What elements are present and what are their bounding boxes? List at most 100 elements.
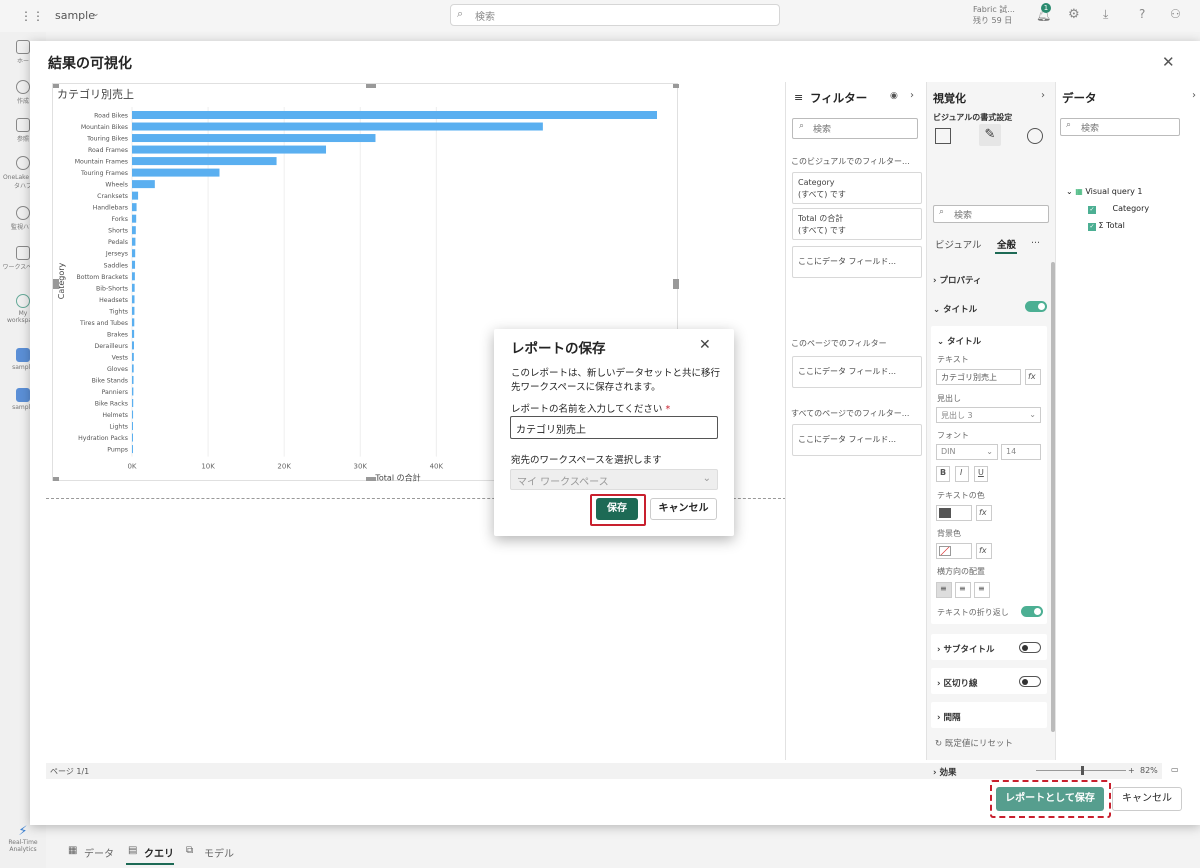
workspace-select[interactable]: マイ ワークスペース ⌄ [510,469,718,490]
title-toggle[interactable] [1025,301,1047,312]
align-label: 横方向の配置 [937,567,985,576]
analytics-icon[interactable] [1027,128,1043,144]
subtitle-section[interactable]: › サブタイトル [931,634,1047,660]
category-label: Pedals [108,239,128,246]
spacing-section[interactable]: › 間隔 [931,702,1047,728]
download-icon[interactable]: ⤓ [1103,7,1108,22]
zoom-plus-icon[interactable]: + [1128,766,1135,775]
title-sub-section[interactable]: ⌄ タイトル [937,334,981,347]
divider-toggle[interactable] [1019,676,1041,687]
modal-title: 結果の可視化 [48,56,132,72]
field-total[interactable]: ✓ Σ Total [1088,221,1125,231]
data-search-input[interactable]: ⌕ 検索 [1060,118,1180,136]
zoom-slider-thumb[interactable] [1081,766,1084,775]
divider-section[interactable]: › 区切り線 [931,668,1047,694]
title-section[interactable]: ⌄ タイトル [933,302,977,315]
text-color-picker[interactable] [936,505,972,521]
workspace-label: 宛先のワークスペースを選択します [511,455,662,466]
folder-icon [16,118,30,132]
fx-icon[interactable]: fx [1025,369,1041,385]
sigma-icon: Σ [1098,221,1107,230]
field-category[interactable]: ✓ Category [1088,204,1149,214]
eye-icon[interactable]: ◉ [890,91,898,101]
category-label: Lights [109,424,128,431]
gear-icon[interactable]: ⚙ [1068,7,1080,22]
dialog-save-button[interactable]: 保存 [596,498,638,520]
subtitle-toggle[interactable] [1019,642,1041,653]
bg-color-picker[interactable] [936,543,972,559]
collapse-icon[interactable]: › [910,90,914,101]
filter-drop-zone-visual[interactable]: ここにデータ フィールド... [792,246,922,278]
italic-button[interactable]: I [955,466,969,482]
workspace-icon [16,388,30,402]
query-node[interactable]: ⌄ ▦ Visual query 1 [1066,187,1143,196]
format-brush-icon[interactable]: ✎ [979,124,1001,146]
bar [132,352,134,361]
filter-search-input[interactable]: ⌕ 検索 [792,118,918,139]
filter-pane-title: フィルター [810,91,868,105]
nav-realtime[interactable]: ⚡︎ Real-Time Analytics [2,824,44,853]
effects-label[interactable]: 効果 [939,768,956,778]
heading-select[interactable]: 見出し 3 ⌄ [936,407,1041,423]
filter-drop-zone-page[interactable]: ここにデータ フィールド... [792,356,922,388]
chevron-down-icon[interactable]: ⌄ [92,9,100,19]
checkbox-checked-icon[interactable]: ✓ [1088,223,1096,231]
close-icon[interactable]: ✕ [699,337,711,353]
global-search-input[interactable]: ⌕ 検索 [450,4,780,26]
filter-card-category[interactable]: Category (すべて) です [792,172,922,204]
save-as-report-button[interactable]: レポートとして保存 [996,787,1104,811]
share-icon[interactable]: ⚇ [1170,7,1181,21]
model-icon: ⧉ [186,845,194,856]
font-select[interactable]: DIN ⌄ [936,444,998,460]
workspace-name[interactable]: sample [55,9,95,22]
reset-defaults[interactable]: ↻ 既定値にリセット [935,737,1013,749]
tab-model[interactable]: モデル [204,845,234,860]
tab-general[interactable]: 全般 [997,237,1016,251]
category-label: Headsets [99,297,128,304]
dialog-cancel-button[interactable]: キャンセル [650,498,717,520]
underline-button[interactable]: U [974,466,988,482]
filter-drop-zone-all[interactable]: ここにデータ フィールド... [792,424,922,456]
x-tick-label: 20K [277,463,291,471]
align-left-button[interactable]: ≡ [936,582,952,598]
collapse-icon[interactable]: › [1192,90,1196,101]
align-right-button[interactable]: ≡ [974,582,990,598]
cancel-button[interactable]: キャンセル [1112,787,1182,811]
bar [132,237,136,246]
category-label: Jerseys [105,251,128,258]
report-name-input[interactable]: カテゴリ別売上 [510,416,718,439]
fx-icon[interactable]: fx [976,543,992,559]
more-options-icon[interactable]: ... [1031,235,1040,246]
filter-card-total[interactable]: Total の合計 (すべて) です [792,208,922,240]
close-icon[interactable]: ✕ [1162,53,1175,71]
trial-status[interactable]: Fabric 試... 残り 59 日 [973,4,1015,26]
resize-handle [673,84,679,88]
app-launcher-icon[interactable]: ⋮⋮ [20,9,44,23]
collapse-icon[interactable]: › [1041,90,1045,101]
bold-button[interactable]: B [936,466,950,482]
people-icon [16,294,30,308]
font-size-input[interactable]: 14 [1001,444,1041,460]
help-icon[interactable]: ? [1139,7,1145,21]
properties-section[interactable]: › プロパティ [933,273,981,286]
category-label: Tires and Tubes [79,320,128,327]
bar [132,295,135,304]
notification-badge: 1 [1041,3,1051,13]
monitor-icon [16,206,30,220]
fx-icon[interactable]: fx [976,505,992,521]
viz-search-input[interactable]: ⌕ 検索 [933,205,1049,223]
align-center-button[interactable]: ≡ [955,582,971,598]
tab-data[interactable]: データ [84,845,114,860]
bar [132,433,133,442]
title-text-input[interactable]: カテゴリ別売上 [936,369,1021,385]
tab-visual[interactable]: ビジュアル [935,237,982,251]
dialog-title: レポートの保存 [511,341,606,357]
fit-page-icon[interactable]: ▭ [1171,765,1179,774]
checkbox-checked-icon[interactable]: ✓ [1088,206,1096,214]
build-visual-icon[interactable] [935,128,951,144]
chevron-down-icon: ⌄ [702,473,711,484]
dialog-description: このレポートは、新しいデータセットと共に移行先ワークスペースに保存されます。 [511,368,721,393]
wrap-toggle[interactable] [1021,606,1043,617]
tab-query[interactable]: クエリ [144,845,174,860]
font-value: DIN [941,447,956,456]
